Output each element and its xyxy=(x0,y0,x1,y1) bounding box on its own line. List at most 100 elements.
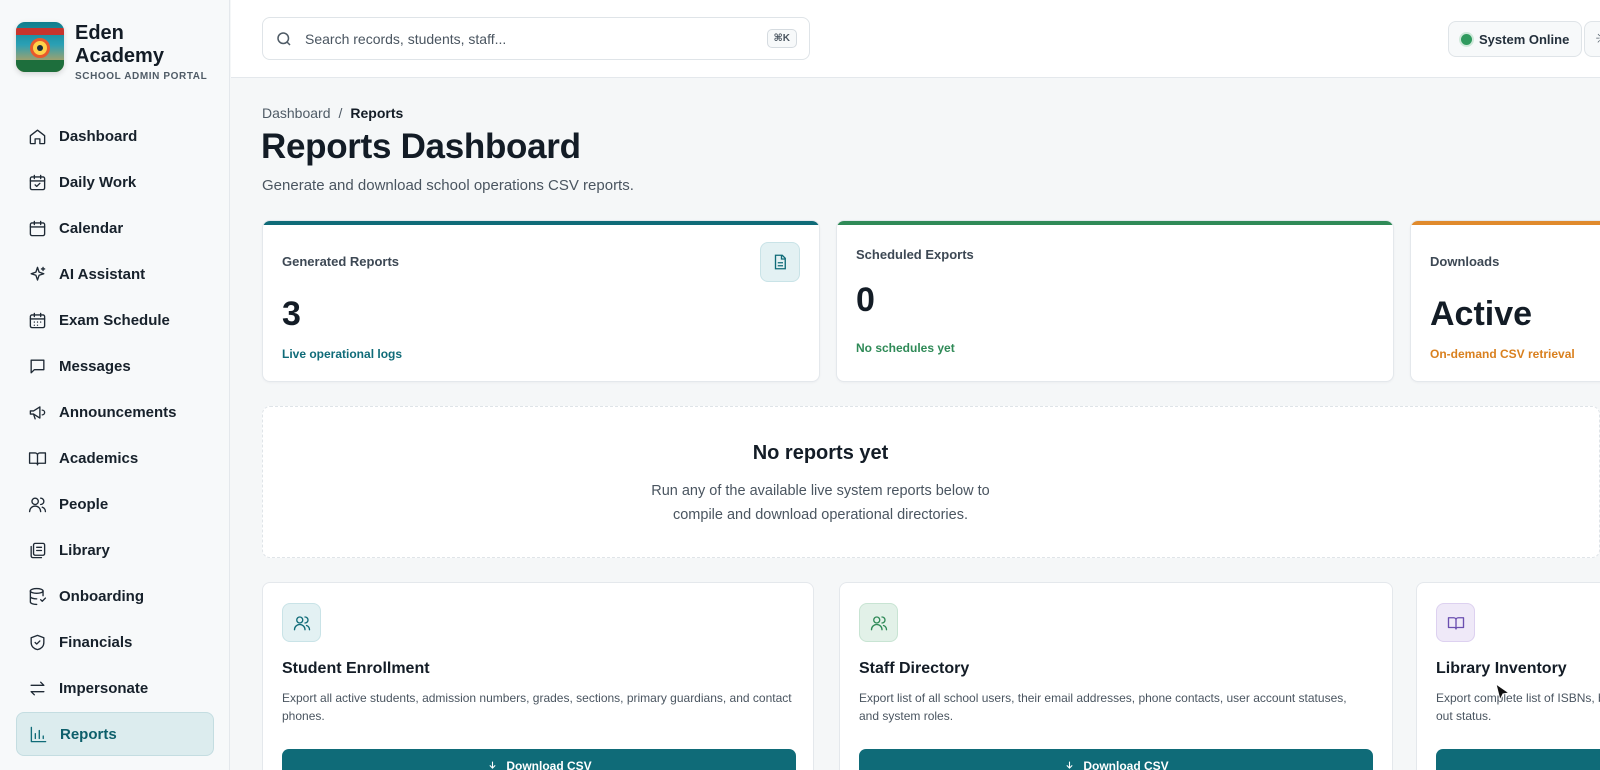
empty-state-title: No reports yet xyxy=(752,442,889,464)
brand[interactable]: Eden Academy SCHOOL ADMIN PORTAL xyxy=(16,22,207,82)
sidebar-item-daily-work[interactable]: Daily Work xyxy=(16,160,214,204)
stat-accent-bar xyxy=(263,221,819,225)
stat-card-downloads: Downloads Active On-demand CSV retrieval xyxy=(1410,220,1600,382)
sidebar-item-onboarding[interactable]: Onboarding xyxy=(16,574,214,618)
sidebar: Eden Academy SCHOOL ADMIN PORTAL Dashboa… xyxy=(0,0,230,770)
shield-check-icon xyxy=(27,632,47,652)
sparkles-icon xyxy=(27,264,47,284)
sidebar-item-impersonate[interactable]: Impersonate xyxy=(16,666,214,710)
arrows-swap-icon xyxy=(27,678,47,698)
breadcrumb-separator: / xyxy=(338,105,343,121)
house-icon xyxy=(27,126,47,146)
brand-name: Eden Academy xyxy=(75,22,164,67)
stat-note: On-demand CSV retrieval xyxy=(1430,347,1575,361)
school-logo xyxy=(16,22,64,72)
stat-card-scheduled-exports: Scheduled Exports 0 No schedules yet xyxy=(836,220,1394,382)
breadcrumb-root-link[interactable]: Dashboard xyxy=(262,105,331,121)
sidebar-nav: Dashboard Daily Work Calendar AI Assista… xyxy=(16,114,214,758)
library-icon xyxy=(27,540,47,560)
sidebar-item-dashboard[interactable]: Dashboard xyxy=(16,114,214,158)
sidebar-item-label: Announcements xyxy=(59,403,177,421)
download-csv-button[interactable]: Download CSV xyxy=(282,749,796,770)
sidebar-item-label: Daily Work xyxy=(59,173,137,191)
report-card-description: Export list of all school users, their e… xyxy=(859,691,1347,723)
sidebar-item-label: Dashboard xyxy=(59,127,138,145)
search-icon xyxy=(277,31,291,46)
sidebar-item-messages[interactable]: Messages xyxy=(16,344,214,388)
stat-label: Downloads xyxy=(1430,254,1500,269)
breadcrumb-current: Reports xyxy=(350,105,404,121)
search-shortcut-badge: ⌘K xyxy=(766,29,797,48)
stat-card-generated-reports: Generated Reports 3 Live operational log… xyxy=(262,220,820,382)
theme-toggle-button[interactable]: ☀ xyxy=(1584,21,1600,57)
sidebar-item-label: Reports xyxy=(60,725,117,743)
empty-state-panel: No reports yet Run any of the available … xyxy=(262,406,1600,558)
stat-label: Generated Reports xyxy=(282,254,400,269)
bar-chart-icon xyxy=(28,724,48,744)
sidebar-item-ai-assistant[interactable]: AI Assistant xyxy=(16,252,214,296)
document-icon xyxy=(760,242,800,282)
report-card-title: Staff Directory xyxy=(859,660,970,677)
sidebar-item-label: Calendar xyxy=(59,219,124,237)
message-icon xyxy=(27,356,47,376)
page-title: Reports Dashboard xyxy=(261,127,581,166)
users-icon xyxy=(859,603,898,642)
stat-note: Live operational logs xyxy=(282,347,403,361)
report-card-description: Export complete list of ISBNs, b out sta… xyxy=(1436,691,1600,723)
status-dot-icon xyxy=(1461,33,1472,45)
search-input[interactable]: Search records, students, staff... ⌘K xyxy=(262,17,810,60)
sidebar-item-label: AI Assistant xyxy=(59,265,146,283)
sidebar-item-reports[interactable]: Reports xyxy=(16,712,214,756)
sidebar-item-label: Onboarding xyxy=(59,587,144,605)
users-icon xyxy=(27,494,47,514)
sidebar-item-label: Library xyxy=(59,541,110,559)
sidebar-item-label: People xyxy=(59,495,109,513)
sidebar-item-label: Messages xyxy=(59,357,131,375)
sidebar-item-label: Exam Schedule xyxy=(59,311,170,329)
brand-subtitle: SCHOOL ADMIN PORTAL xyxy=(75,71,208,82)
sidebar-item-people[interactable]: People xyxy=(16,482,214,526)
sidebar-item-financials[interactable]: Financials xyxy=(16,620,214,664)
download-icon xyxy=(1065,761,1075,770)
download-csv-label: Download CSV xyxy=(1083,759,1169,770)
search-placeholder: Search records, students, staff... xyxy=(305,30,507,47)
top-bar: Search records, students, staff... ⌘K Sy… xyxy=(231,0,1600,78)
stat-value: Active xyxy=(1430,295,1533,333)
system-status-badge: System Online xyxy=(1448,21,1583,57)
sidebar-item-label: Academics xyxy=(59,449,139,467)
download-icon xyxy=(488,761,498,770)
empty-state-description: Run any of the available live system rep… xyxy=(651,483,990,523)
download-csv-label: Download CSV xyxy=(506,759,592,770)
sidebar-item-exam-schedule[interactable]: Exam Schedule xyxy=(16,298,214,342)
database-icon xyxy=(27,586,47,606)
calendar-grid-icon xyxy=(27,310,47,330)
book-open-icon xyxy=(1436,603,1475,642)
report-card-description: Export all active students, admission nu… xyxy=(282,691,792,723)
users-icon xyxy=(282,603,321,642)
sidebar-item-label: Impersonate xyxy=(59,679,149,697)
report-card-staff-directory: Staff Directory Export list of all schoo… xyxy=(839,582,1393,770)
report-card-title: Student Enrollment xyxy=(282,660,430,677)
report-card-student-enrollment: Student Enrollment Export all active stu… xyxy=(262,582,814,770)
report-card-library-inventory: Library Inventory Export complete list o… xyxy=(1416,582,1600,770)
stat-accent-bar xyxy=(837,221,1393,225)
sidebar-item-calendar[interactable]: Calendar xyxy=(16,206,214,250)
sidebar-item-announcements[interactable]: Announcements xyxy=(16,390,214,434)
calendar-icon xyxy=(27,218,47,238)
download-csv-button[interactable] xyxy=(1436,749,1600,770)
stat-label: Scheduled Exports xyxy=(856,247,974,262)
book-open-icon xyxy=(27,448,47,468)
sidebar-item-label: Financials xyxy=(59,633,133,651)
sidebar-item-academics[interactable]: Academics xyxy=(16,436,214,480)
breadcrumb: Dashboard / Reports xyxy=(262,105,403,121)
calendar-check-icon xyxy=(27,172,47,192)
stat-value: 0 xyxy=(856,281,875,319)
mouse-cursor-icon xyxy=(1495,683,1511,702)
download-csv-button[interactable]: Download CSV xyxy=(859,749,1373,770)
stat-note: No schedules yet xyxy=(856,341,955,355)
system-status-label: System Online xyxy=(1479,31,1570,47)
page-subtitle: Generate and download school operations … xyxy=(262,177,634,194)
stat-value: 3 xyxy=(282,295,301,333)
megaphone-icon xyxy=(27,402,47,422)
sidebar-item-library[interactable]: Library xyxy=(16,528,214,572)
